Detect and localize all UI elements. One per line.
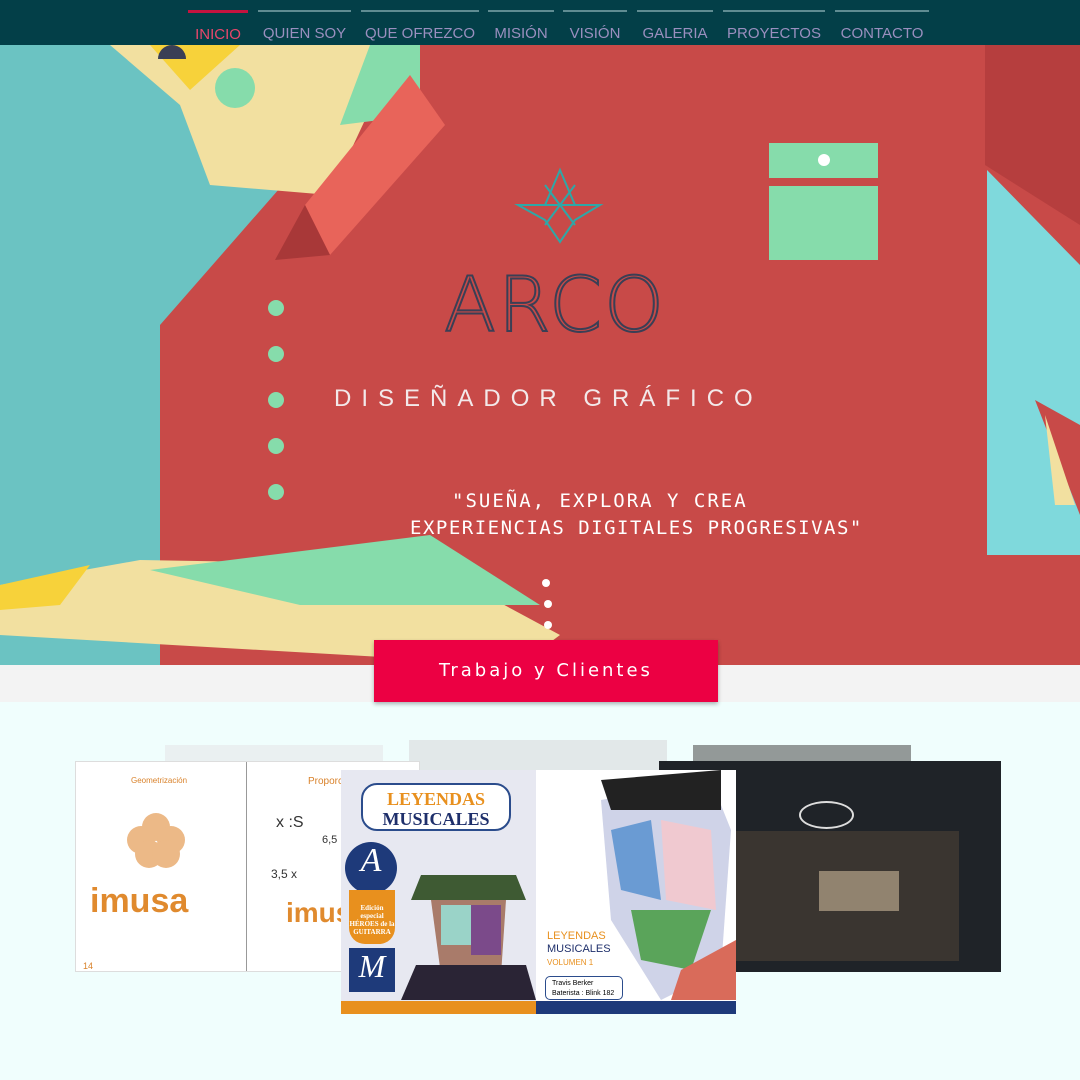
formula: x :S xyxy=(276,814,304,831)
star-logo-icon xyxy=(514,167,604,244)
trabajo-clientes-button[interactable]: Trabajo y Clientes xyxy=(374,640,718,702)
logo-arco: ARCO xyxy=(443,259,666,350)
leyendas-title: LEYENDAS xyxy=(386,789,486,809)
right-volumen: VOLUMEN 1 xyxy=(547,958,594,967)
badge-a: A xyxy=(345,842,397,894)
nav-que-ofrezco[interactable]: QUE OFREZCO xyxy=(361,10,479,45)
decor-dot xyxy=(268,438,284,454)
decor-dot xyxy=(268,300,284,316)
page-number: 14 xyxy=(83,961,94,971)
nav-proyectos[interactable]: PROYECTOS xyxy=(723,10,825,45)
hero-quote-line2: EXPERIENCIAS DIGITALES PROGRESIVAS" xyxy=(410,517,863,539)
travis-name: Travis Berker xyxy=(552,980,594,987)
hero-banner: ARCO DISEÑADOR GRÁFICO "SUEÑA, EXPLORA Y… xyxy=(0,45,1080,665)
nav-galeria[interactable]: GALERIA xyxy=(637,10,713,45)
gallery-item-leyendas-musicales[interactable]: LEYENDAS MUSICALES A Edición especial HÉ… xyxy=(341,770,736,1014)
imusa-logo: imusa xyxy=(90,882,189,920)
formula: 3,5 x xyxy=(271,867,298,881)
badge-edicion: Edición especial xyxy=(360,904,384,920)
gallery-thumb-back[interactable] xyxy=(409,740,667,770)
imusa-flower-icon xyxy=(127,813,185,868)
right-musicales: MUSICALES xyxy=(547,943,611,955)
imusa-heading2: Proporci xyxy=(308,776,346,787)
musicales-title: MUSICALES xyxy=(382,809,490,829)
travis-role: Baterista : Blink 182 xyxy=(552,990,615,997)
hero-subtitle: DISEÑADOR GRÁFICO xyxy=(334,385,763,412)
slide-dot[interactable] xyxy=(544,621,552,629)
slide-dot[interactable] xyxy=(542,579,550,587)
decor-dot xyxy=(268,392,284,408)
badge-m: M xyxy=(349,948,395,992)
formula: 6,5 xyxy=(322,834,338,846)
imusa-heading: Geometrización xyxy=(131,776,188,785)
decor-dot xyxy=(268,346,284,362)
nav-quien-soy[interactable]: QUIEN SOY xyxy=(258,10,351,45)
nav-inicio[interactable]: INICIO xyxy=(188,10,248,45)
nav-contacto[interactable]: CONTACTO xyxy=(835,10,929,45)
decor-dot xyxy=(268,484,284,500)
badge-heroes: HÉROES de la GUITARRA xyxy=(349,920,395,936)
portrait-travis xyxy=(601,770,736,1000)
top-nav: INICIO QUIEN SOY QUE OFREZCO MISIÓN VISI… xyxy=(0,0,1080,45)
nav-vision[interactable]: VISIÓN xyxy=(563,10,627,45)
right-leyendas: LEYENDAS xyxy=(547,930,606,942)
hero-quote-line1: "SUEÑA, EXPLORA Y CREA xyxy=(452,490,748,512)
hero-shapes xyxy=(0,45,1080,665)
portrait-santana xyxy=(401,875,536,1000)
slide-dot[interactable] xyxy=(544,600,552,608)
nav-mision[interactable]: MISIÓN xyxy=(488,10,554,45)
